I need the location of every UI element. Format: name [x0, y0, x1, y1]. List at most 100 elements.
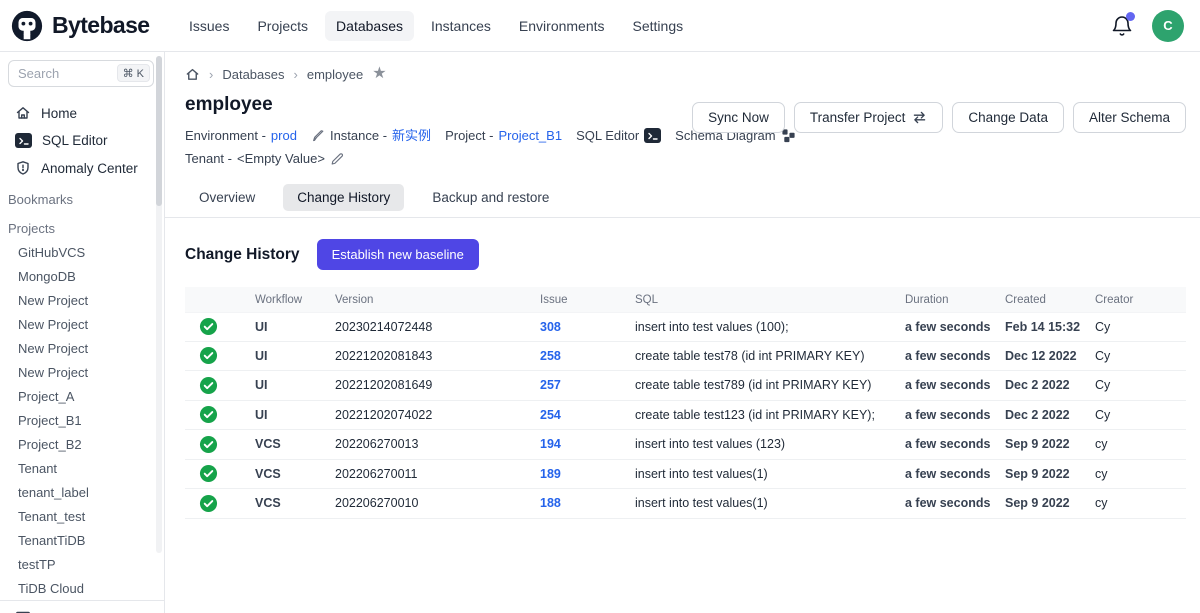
change-data-button[interactable]: Change Data [952, 102, 1064, 133]
breadcrumb-home-icon[interactable] [185, 67, 200, 82]
row-creator: Cy [1095, 320, 1186, 334]
row-duration: a few seconds [905, 349, 1005, 363]
tenant-label: Tenant - [185, 147, 232, 170]
bytebase-logo-icon [10, 9, 44, 43]
alter-schema-button[interactable]: Alter Schema [1073, 102, 1186, 133]
success-check-icon [199, 376, 218, 395]
row-sql: insert into test values (123) [635, 437, 905, 451]
sidebar-project-item[interactable]: TenantTiDB [0, 528, 164, 552]
top-nav-issues[interactable]: Issues [178, 11, 240, 41]
tab-backup-and-restore[interactable]: Backup and restore [418, 184, 563, 211]
sidebar-project-list: GitHubVCSMongoDBNew ProjectNew ProjectNe… [0, 240, 164, 600]
sidebar-project-item[interactable]: Project_A [0, 384, 164, 408]
tabs-divider [165, 217, 1200, 218]
bytebase-logo[interactable]: Bytebase [10, 9, 178, 43]
success-check-icon [199, 405, 218, 424]
success-check-icon [199, 317, 218, 336]
row-workflow: VCS [255, 467, 335, 481]
sidebar-item-label: Home [41, 106, 77, 121]
sidebar-project-item[interactable]: TiDB Cloud [0, 576, 164, 600]
row-creator: cy [1095, 467, 1186, 481]
row-duration: a few seconds [905, 437, 1005, 451]
edit-pencil-icon[interactable] [330, 152, 344, 166]
row-issue-link[interactable]: 254 [540, 408, 635, 422]
project-label: Project - [445, 124, 493, 147]
search-shortcut-badge: ⌘ K [117, 64, 150, 82]
row-issue-link[interactable]: 194 [540, 437, 635, 451]
top-nav-instances[interactable]: Instances [420, 11, 502, 41]
row-version: 202206270011 [335, 467, 540, 481]
row-issue-link[interactable]: 308 [540, 320, 635, 334]
transfer-project-button[interactable]: Transfer Project [794, 102, 944, 133]
success-check-icon [199, 494, 218, 513]
sidebar-project-item[interactable]: Project_B1 [0, 408, 164, 432]
breadcrumb-databases[interactable]: Databases [222, 67, 284, 82]
sidebar-project-item[interactable]: New Project [0, 312, 164, 336]
top-nav-environments[interactable]: Environments [508, 11, 616, 41]
instance-link[interactable]: 新实例 [392, 124, 431, 147]
row-workflow: UI [255, 349, 335, 363]
row-status [185, 494, 255, 513]
table-row[interactable]: VCS202206270011189insert into test value… [185, 460, 1186, 490]
column-creator: Creator [1095, 294, 1186, 306]
sync-now-button[interactable]: Sync Now [692, 102, 785, 133]
sidebar-project-item[interactable]: New Project [0, 360, 164, 384]
establish-baseline-button[interactable]: Establish new baseline [317, 239, 479, 270]
top-nav-settings[interactable]: Settings [622, 11, 695, 41]
breadcrumb-separator: › [209, 67, 213, 82]
row-status [185, 346, 255, 365]
row-issue-link[interactable]: 257 [540, 378, 635, 392]
breadcrumb-employee[interactable]: employee [307, 67, 363, 82]
tab-change-history[interactable]: Change History [283, 184, 404, 211]
sidebar-project-item[interactable]: Tenant [0, 456, 164, 480]
environment-link[interactable]: prod [271, 124, 297, 147]
row-created: Dec 2 2022 [1005, 378, 1095, 392]
notification-dot [1126, 12, 1135, 21]
row-issue-link[interactable]: 189 [540, 467, 635, 481]
row-issue-link[interactable]: 258 [540, 349, 635, 363]
sidebar-item-anomaly-center[interactable]: Anomaly Center [0, 154, 164, 182]
row-issue-link[interactable]: 188 [540, 496, 635, 510]
sidebar-project-item[interactable]: tenant_label [0, 480, 164, 504]
row-duration: a few seconds [905, 320, 1005, 334]
sidebar-project-item[interactable]: GitHubVCS [0, 240, 164, 264]
success-check-icon [199, 435, 218, 454]
row-version: 20230214072448 [335, 320, 540, 334]
bookmark-star-icon[interactable]: ★ [372, 66, 386, 82]
sidebar: ⌘ K Home SQL Editor Anomaly Center Bookm… [0, 52, 165, 613]
tab-overview[interactable]: Overview [185, 184, 269, 211]
row-duration: a few seconds [905, 408, 1005, 422]
row-status [185, 405, 255, 424]
sidebar-project-item[interactable]: New Project [0, 288, 164, 312]
sidebar-scrollbar-thumb[interactable] [156, 56, 162, 206]
sidebar-item-home[interactable]: Home [0, 99, 164, 127]
user-avatar[interactable]: C [1152, 10, 1184, 42]
row-workflow: UI [255, 408, 335, 422]
sidebar-project-item[interactable]: New Project [0, 336, 164, 360]
sidebar-project-item[interactable]: MongoDB [0, 264, 164, 288]
top-nav-databases[interactable]: Databases [325, 11, 414, 41]
sidebar-project-item[interactable]: Project_B2 [0, 432, 164, 456]
row-workflow: VCS [255, 496, 335, 510]
top-navigation-bar: Bytebase IssuesProjectsDatabasesInstance… [0, 0, 1200, 52]
table-row[interactable]: UI20221202074022254create table test123 … [185, 401, 1186, 431]
success-check-icon [199, 464, 218, 483]
sidebar-project-item[interactable]: testTP [0, 552, 164, 576]
home-icon [15, 105, 31, 121]
notification-bell-button[interactable] [1110, 14, 1134, 38]
success-check-icon [199, 346, 218, 365]
sidebar-item-archive[interactable]: Archive [0, 601, 164, 613]
table-row[interactable]: UI20221202081843258create table test78 (… [185, 342, 1186, 372]
search-box: ⌘ K [8, 60, 154, 87]
row-duration: a few seconds [905, 467, 1005, 481]
table-row[interactable]: UI20230214072448308insert into test valu… [185, 312, 1186, 342]
table-row[interactable]: VCS202206270010188insert into test value… [185, 489, 1186, 519]
table-row[interactable]: UI20221202081649257create table test789 … [185, 371, 1186, 401]
row-workflow: VCS [255, 437, 335, 451]
top-nav-projects[interactable]: Projects [246, 11, 319, 41]
table-row[interactable]: VCS202206270013194insert into test value… [185, 430, 1186, 460]
sidebar-item-sql-editor[interactable]: SQL Editor [0, 127, 164, 154]
sql-editor-link[interactable]: SQL Editor [576, 124, 661, 147]
sidebar-project-item[interactable]: Tenant_test [0, 504, 164, 528]
project-link[interactable]: Project_B1 [498, 124, 562, 147]
